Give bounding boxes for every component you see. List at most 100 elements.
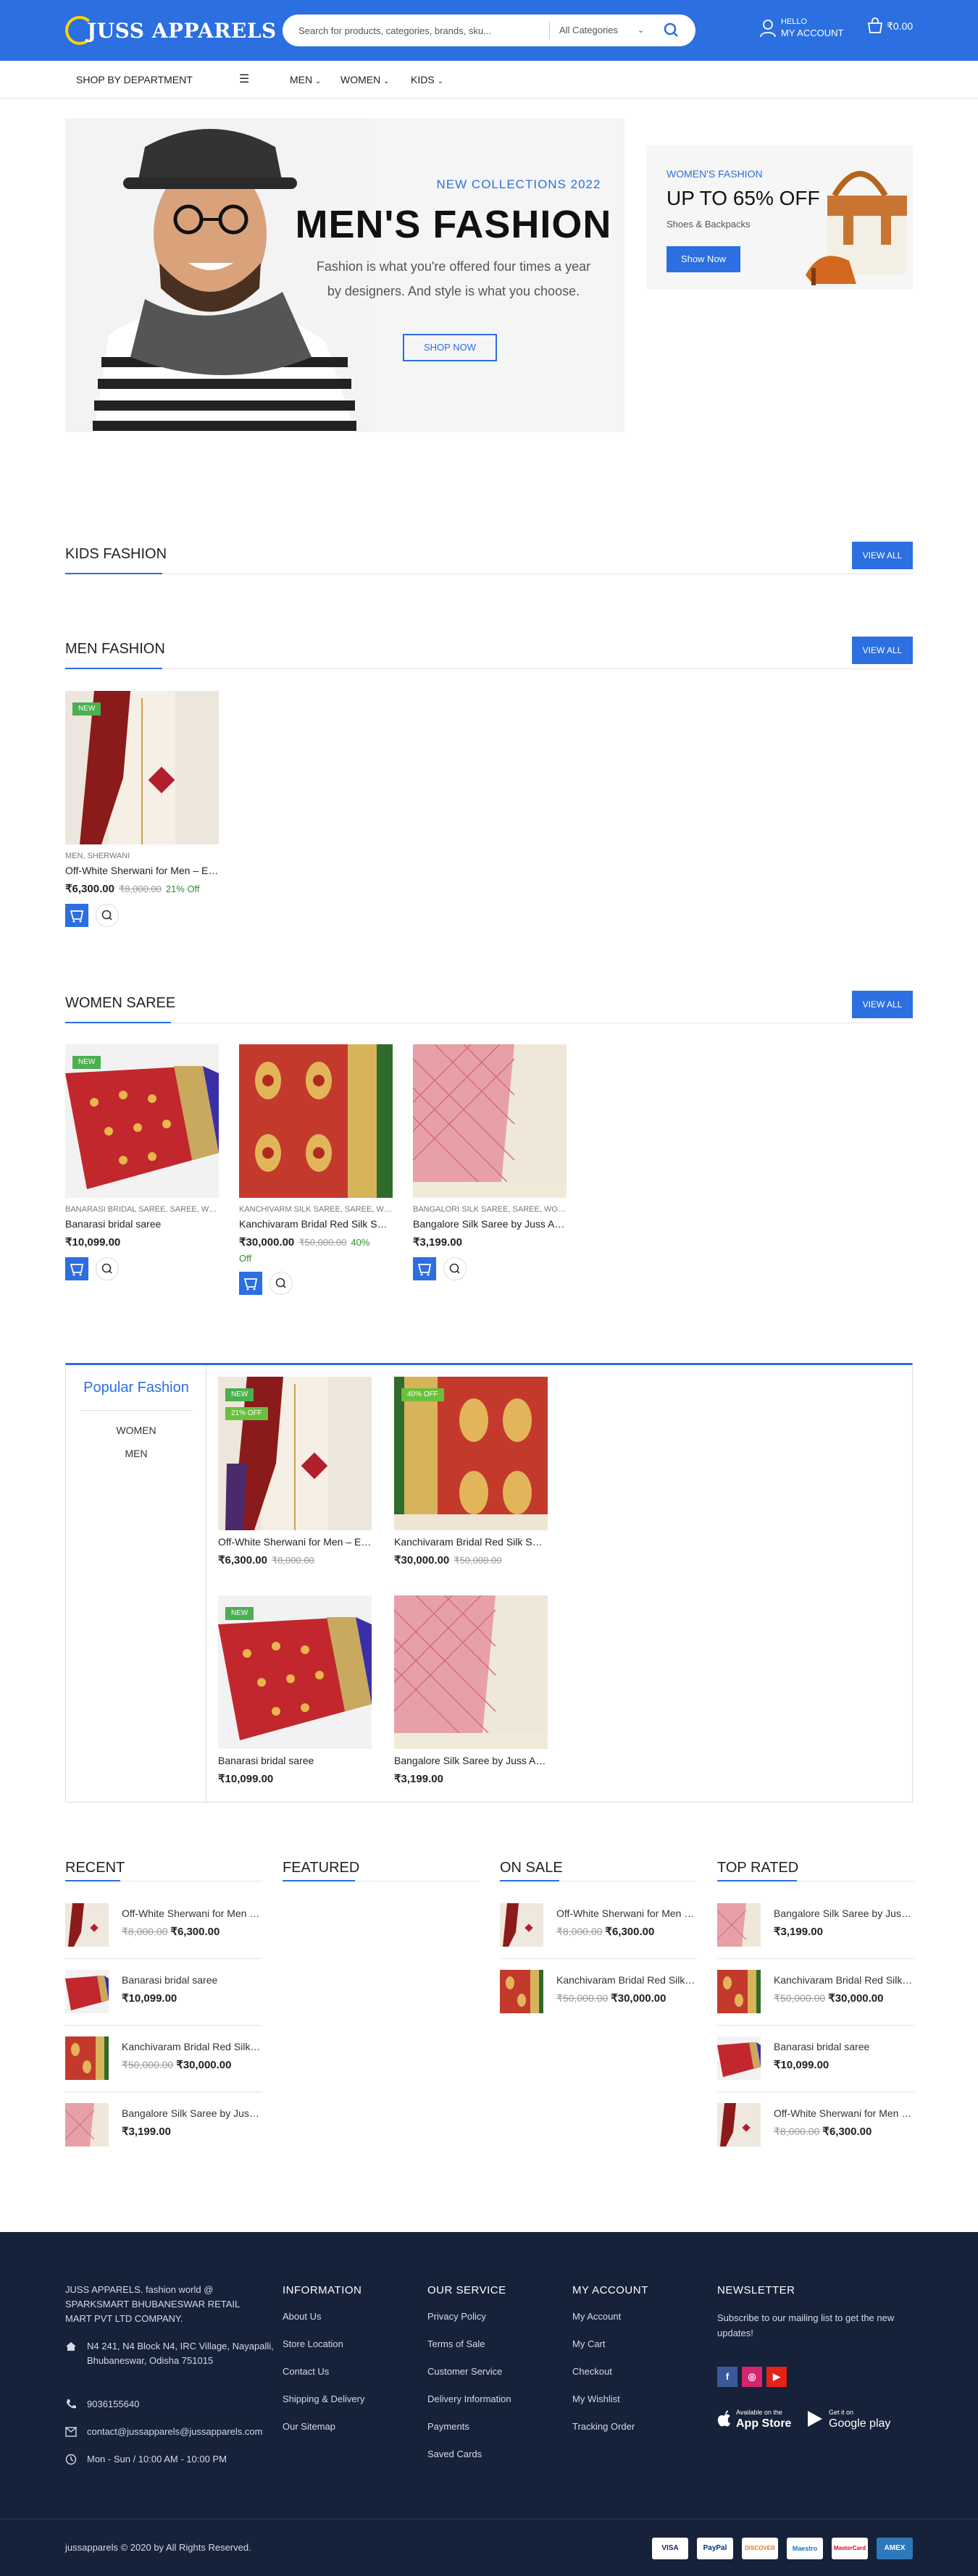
product-name[interactable]: Off-White Sherwani for Men – Embroidered (122, 1908, 262, 1919)
product-name[interactable]: Banarasi bridal saree (774, 2041, 914, 2052)
shop-by-department[interactable]: SHOP BY DEPARTMENT (76, 61, 193, 98)
product-name[interactable]: Off-White Sherwani for Men – Embroidered (65, 865, 219, 876)
footer-link[interactable]: Saved Cards (427, 2449, 482, 2459)
product-name[interactable]: Bangalore Silk Saree by Juss Apparels (774, 1908, 914, 1919)
product-thumbnail[interactable] (65, 2036, 109, 2080)
list-item[interactable]: Banarasi bridal saree ₹10,099.00 (717, 2036, 914, 2080)
list-item[interactable]: Bangalore Silk Saree by Juss Apparels ₹3… (717, 1903, 914, 1947)
product-image[interactable]: 40% OFF (394, 1377, 548, 1530)
product-name[interactable]: Bangalore Silk Saree by Juss Apparels (394, 1755, 548, 1766)
view-all-women-button[interactable]: VIEW ALL (852, 991, 913, 1018)
footer-link[interactable]: My Wishlist (572, 2394, 620, 2404)
footer-link[interactable]: Payments (427, 2421, 469, 2432)
list-item[interactable]: Kanchivaram Bridal Red Silk Saree ₹50,00… (500, 1970, 697, 2013)
list-item[interactable]: Banarasi bridal saree ₹10,099.00 (65, 1970, 262, 2013)
footer-link[interactable]: About Us (283, 2311, 321, 2322)
add-to-cart-button[interactable] (413, 1257, 436, 1280)
popular-product-card[interactable]: Bangalore Silk Saree by Juss Apparels ₹3… (394, 1595, 548, 1798)
list-item[interactable]: Kanchivaram Bridal Red Silk Saree ₹50,00… (65, 2036, 262, 2080)
view-all-men-button[interactable]: VIEW ALL (852, 637, 913, 664)
product-name[interactable]: Kanchivaram Bridal Red Silk Saree (394, 1536, 548, 1548)
product-thumbnail[interactable] (500, 1903, 543, 1947)
facebook-icon[interactable]: f (717, 2367, 737, 2387)
product-image[interactable]: NEW 21% OFF (218, 1377, 372, 1530)
search-input[interactable] (298, 14, 538, 46)
instagram-icon[interactable]: ◎ (742, 2367, 762, 2387)
view-all-kids-button[interactable]: VIEW ALL (852, 542, 913, 569)
tab-women[interactable]: WOMEN (66, 1425, 206, 1436)
product-name[interactable]: Kanchivaram Bridal Red Silk Saree (774, 1974, 914, 1986)
popular-product-card[interactable]: 40% OFF Kanchivaram Bridal Red Silk Sare… (394, 1377, 548, 1579)
app-store-badge[interactable]: Available on the App Store (717, 2406, 797, 2432)
product-thumbnail[interactable] (717, 1970, 761, 2013)
product-image[interactable] (394, 1595, 548, 1749)
product-thumbnail[interactable] (717, 2103, 761, 2147)
popular-product-card[interactable]: NEW Banarasi bridal saree ₹10,099.00 (218, 1595, 372, 1798)
footer-link[interactable]: Store Location (283, 2338, 343, 2349)
add-to-cart-button[interactable] (65, 1257, 88, 1280)
product-name[interactable]: Banarasi bridal saree (65, 1218, 219, 1230)
add-to-cart-button[interactable] (239, 1272, 262, 1295)
product-card[interactable]: BANGALORI SILK SAREE, SAREE, WOMEN Banga… (413, 1044, 567, 1283)
product-thumbnail[interactable] (65, 1903, 109, 1947)
footer-link[interactable]: Shipping & Delivery (283, 2394, 364, 2404)
tab-men[interactable]: MEN (66, 1448, 206, 1459)
list-item[interactable]: Off-White Sherwani for Men – Embroidered… (717, 2103, 914, 2147)
footer-link[interactable]: Tracking Order (572, 2421, 635, 2432)
product-card[interactable]: NEW BANARASI BRIDAL SAREE, SAREE, WOMEN … (65, 1044, 219, 1283)
product-card[interactable]: NEW MEN, SHERWANI Off-White Sherwani for… (65, 691, 219, 930)
product-name[interactable]: Banarasi bridal saree (122, 1974, 262, 1986)
product-thumbnail[interactable] (717, 2036, 761, 2080)
product-thumbnail[interactable] (717, 1903, 761, 1947)
add-to-cart-button[interactable] (65, 904, 88, 927)
footer-link[interactable]: Checkout (572, 2366, 612, 2377)
product-name[interactable]: Off-White Sherwani for Men – Embroidered (774, 2107, 914, 2119)
google-play-badge[interactable]: Get it on Google play (807, 2406, 894, 2432)
footer-link[interactable]: Customer Service (427, 2366, 502, 2377)
footer-link[interactable]: Contact Us (283, 2366, 329, 2377)
show-now-button[interactable]: Show Now (666, 246, 740, 272)
product-name[interactable]: Kanchivaram Bridal Red Silk Saree (122, 2041, 262, 2052)
product-name[interactable]: Off-White Sherwani for Men – Embroidered (218, 1536, 372, 1548)
quick-view-button[interactable] (96, 904, 119, 927)
product-image[interactable]: NEW (65, 691, 219, 844)
product-name[interactable]: Banarasi bridal saree (218, 1755, 372, 1766)
promo-banner[interactable]: WOMEN'S FASHION UP TO 65% OFF Shoes & Ba… (646, 145, 913, 290)
footer-link[interactable]: My Cart (572, 2338, 606, 2349)
quick-view-button[interactable] (96, 1257, 119, 1280)
footer-link[interactable]: Our Sitemap (283, 2421, 335, 2432)
footer-link[interactable]: Terms of Sale (427, 2338, 485, 2349)
product-name[interactable]: Bangalore Silk Saree by Juss Apparels (122, 2107, 262, 2119)
product-image[interactable] (239, 1044, 393, 1198)
nav-item-men[interactable]: MEN ⌄ (290, 61, 321, 101)
list-item[interactable]: Bangalore Silk Saree by Juss Apparels ₹3… (65, 2103, 262, 2147)
list-item[interactable]: Kanchivaram Bridal Red Silk Saree ₹50,00… (717, 1970, 914, 2013)
chevron-down-icon[interactable]: ⌄ (638, 14, 644, 46)
list-item[interactable]: Off-White Sherwani for Men – Embroidered… (65, 1903, 262, 1947)
product-name[interactable]: Kanchivaram Bridal Red Silk Saree (556, 1974, 697, 1986)
product-image[interactable]: NEW (218, 1595, 372, 1749)
product-image[interactable] (413, 1044, 567, 1198)
popular-product-card[interactable]: NEW 21% OFF Off-White Sherwani for Men –… (218, 1377, 372, 1579)
footer-link[interactable]: My Account (572, 2311, 621, 2322)
footer-link[interactable]: Delivery Information (427, 2394, 511, 2404)
product-thumbnail[interactable] (500, 1970, 543, 2013)
menu-icon[interactable]: ☰ (239, 61, 249, 98)
site-logo[interactable]: JUSS APPARELS (65, 13, 277, 48)
youtube-icon[interactable]: ▶ (766, 2367, 787, 2387)
product-card[interactable]: KANCHIVARM SILK SAREE, SAREE, WOMEN Kanc… (239, 1044, 393, 1298)
footer-link[interactable]: Privacy Policy (427, 2311, 486, 2322)
product-name[interactable]: Off-White Sherwani for Men – Embroidered (556, 1908, 697, 1919)
product-name[interactable]: Bangalore Silk Saree by Juss Apparels (413, 1218, 567, 1230)
search-button[interactable] (661, 20, 682, 41)
nav-item-kids[interactable]: KIDS ⌄ (411, 61, 443, 101)
product-thumbnail[interactable] (65, 1970, 109, 2013)
category-select[interactable]: All Categories (559, 14, 618, 46)
list-item[interactable]: Off-White Sherwani for Men – Embroidered… (500, 1903, 697, 1947)
quick-view-button[interactable] (443, 1257, 467, 1280)
product-image[interactable]: NEW (65, 1044, 219, 1198)
quick-view-button[interactable] (269, 1272, 293, 1295)
product-name[interactable]: Kanchivaram Bridal Red Silk Saree (239, 1218, 393, 1230)
product-thumbnail[interactable] (65, 2103, 109, 2147)
shop-now-button[interactable]: SHOP NOW (403, 334, 497, 361)
